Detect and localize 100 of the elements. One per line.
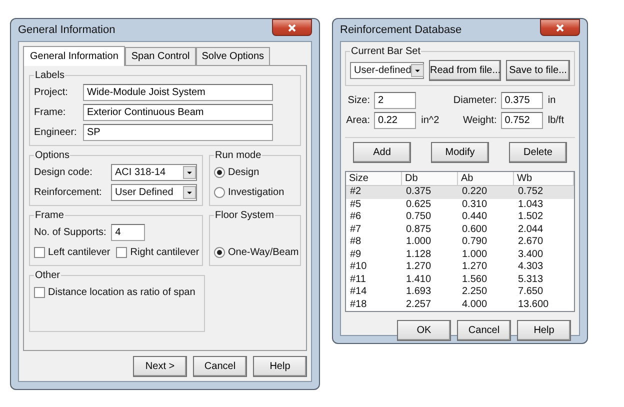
caret-icon[interactable] <box>183 166 196 178</box>
dialog-button[interactable]: Cancel <box>457 320 511 341</box>
text-field[interactable]: Wide-Module Joist System <box>83 84 273 100</box>
table-cell-text: 1.270 <box>461 261 488 274</box>
dropdown[interactable]: ACI 318-14 <box>111 164 197 180</box>
table-cell-text: 0.600 <box>461 224 488 236</box>
table-cell-text: 1.000 <box>405 236 432 248</box>
dialog-button[interactable]: OK <box>397 320 451 341</box>
checkbox-box[interactable] <box>34 286 45 298</box>
tab[interactable]: Solve Options <box>196 47 270 66</box>
tab[interactable]: General Information <box>23 46 126 66</box>
checkbox-box[interactable] <box>116 246 128 258</box>
table-cell-text: 4.000 <box>461 298 488 311</box>
window-title: Reinforcement Database <box>340 24 462 36</box>
column-header[interactable]: Ab <box>458 172 514 185</box>
field-label: Reinforcement: <box>34 186 103 198</box>
close-icon <box>556 24 564 32</box>
caret-icon[interactable] <box>183 186 196 198</box>
radio-option[interactable]: One-Way/Beam <box>214 246 299 258</box>
field-label: Size: <box>346 95 370 106</box>
table-cell-text: #14 <box>349 286 368 298</box>
table-cell-text: 1.043 <box>517 198 544 211</box>
checkbox-label: Right cantilever <box>130 246 200 258</box>
unit-label: in^2 <box>421 115 440 126</box>
radio-label: One-Way/Beam <box>228 246 299 258</box>
radio-option[interactable]: Design <box>214 166 260 178</box>
dialog-button[interactable]: Help <box>253 356 307 377</box>
table-cell-text: 3.400 <box>517 248 544 261</box>
table-cell-text: 0.375 <box>405 186 432 198</box>
text-field[interactable]: 0.375 <box>500 92 543 109</box>
file-button[interactable]: Save to file... <box>506 60 570 80</box>
radio-button[interactable] <box>214 246 225 258</box>
table-cell-text: #8 <box>349 236 362 248</box>
table-row[interactable]: #2 0.375 0.220 0.752 <box>346 186 574 198</box>
table-cell-text: 2.257 <box>405 298 432 311</box>
close-button[interactable] <box>540 19 580 36</box>
text-field[interactable]: 2 <box>374 92 416 109</box>
radio-button[interactable] <box>214 166 225 178</box>
table-cell-text: 2.250 <box>461 286 488 298</box>
table-cell-text: 1.693 <box>405 286 432 298</box>
close-button[interactable] <box>272 19 312 36</box>
column-header[interactable]: Db <box>402 172 458 185</box>
text-field[interactable]: Exterior Continuous Beam <box>83 104 273 120</box>
field-label: Engineer: <box>34 126 78 138</box>
table-cell-text: #10 <box>349 261 368 274</box>
text-field[interactable]: SP <box>83 124 273 140</box>
field-label: No. of Supports: <box>34 226 106 238</box>
table-cell-text: 7.650 <box>517 286 544 298</box>
unit-label: lb/ft <box>548 115 565 126</box>
text-field[interactable]: 4 <box>111 224 146 240</box>
text-field[interactable]: 0.752 <box>500 112 543 129</box>
checkbox[interactable]: Right cantilever <box>116 246 200 258</box>
checkbox-box[interactable] <box>34 246 45 258</box>
text-field[interactable]: 0.22 <box>374 112 416 129</box>
field-label: Weight: <box>462 115 497 126</box>
table-cell-text: 0.752 <box>517 186 544 198</box>
action-button[interactable]: Delete <box>509 142 567 163</box>
dialog-button[interactable]: Cancel <box>193 356 247 377</box>
group-title: Other <box>34 270 62 281</box>
group-title: Run mode <box>214 150 262 161</box>
field-label: Project: <box>34 86 69 98</box>
table-cell-text: #9 <box>349 248 362 261</box>
table-cell-text: #6 <box>349 211 362 224</box>
group-title: Frame <box>34 210 65 221</box>
radio-button[interactable] <box>214 186 225 198</box>
radio-option[interactable]: Investigation <box>214 186 284 198</box>
radio-label: Investigation <box>228 186 284 198</box>
dialog-button[interactable]: Next > <box>133 356 187 377</box>
table-cell-text: #2 <box>349 186 362 198</box>
group-title: Options <box>34 150 70 161</box>
table-cell-text: 2.044 <box>517 224 544 236</box>
dropdown[interactable]: User Defined <box>111 184 197 200</box>
column-header[interactable]: Size <box>346 172 402 185</box>
action-button[interactable]: Add <box>353 142 411 163</box>
checkbox[interactable]: Left cantilever <box>34 246 110 258</box>
dialog-button[interactable]: Help <box>517 320 571 341</box>
table-cell-text: #11 <box>349 274 367 286</box>
file-button[interactable]: Read from file... <box>429 60 501 80</box>
table-cell-text: 1.000 <box>461 248 488 261</box>
table-cell-text: #7 <box>349 224 362 236</box>
field-label: Frame: <box>34 106 67 118</box>
column-header[interactable]: Wb <box>514 172 574 185</box>
field-label: Design code: <box>34 166 94 178</box>
group-title: Labels <box>34 70 66 81</box>
table-cell-text: 4.303 <box>517 261 544 274</box>
tab[interactable]: Span Control <box>125 47 196 66</box>
table-cell-text: 0.440 <box>461 211 488 224</box>
table-cell-text: 1.502 <box>517 211 544 224</box>
caret-icon[interactable] <box>411 64 424 76</box>
table-cell-text: 13.600 <box>517 298 550 311</box>
close-icon <box>288 24 296 32</box>
window-title: General Information <box>18 24 116 36</box>
dropdown[interactable]: User-defined <box>350 62 424 78</box>
table-cell-text: 0.625 <box>405 198 432 211</box>
table-cell-text: 1.560 <box>461 274 488 286</box>
action-button[interactable]: Modify <box>431 142 489 163</box>
group-title: Floor System <box>214 210 275 221</box>
table-cell-text: 2.670 <box>517 236 544 248</box>
table-cell-text: #5 <box>349 198 362 211</box>
table-cell-text: 1.410 <box>405 274 432 286</box>
